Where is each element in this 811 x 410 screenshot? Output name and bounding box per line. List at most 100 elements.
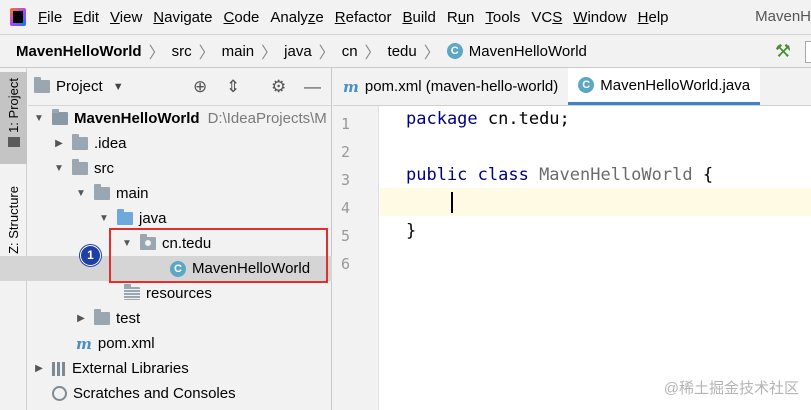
tree-node-label: MavenHelloWorld: [74, 110, 200, 127]
expand-arrow-icon[interactable]: ▼: [74, 188, 88, 199]
expand-arrow-icon[interactable]: ▼: [32, 113, 46, 124]
intellij-logo-icon: [10, 8, 26, 26]
build-hammer-icon[interactable]: ⚒: [775, 41, 791, 62]
menu-refactor[interactable]: Refactor: [335, 9, 392, 26]
tree-node-resources[interactable]: resources: [28, 281, 332, 306]
folder-icon: [94, 184, 110, 200]
code-line-5[interactable]: }: [406, 221, 416, 241]
menu-help[interactable]: Help: [638, 9, 669, 26]
tree-node-label: resources: [146, 285, 212, 302]
tab-label: MavenHelloWorld.java: [600, 76, 751, 94]
breadcrumb-class[interactable]: C MavenHelloWorld: [446, 42, 587, 60]
chevron-right-icon: 〉: [364, 45, 381, 62]
code-line-3[interactable]: public class MavenHelloWorld {: [406, 165, 713, 185]
folder-icon: [34, 77, 50, 93]
line-number: 4: [341, 199, 351, 217]
java-class-icon: C: [446, 43, 463, 59]
menu-analyze[interactable]: Analyze: [270, 9, 323, 26]
tab-pom-xml[interactable]: m pom.xml (maven-hello-world): [333, 68, 568, 105]
locate-icon[interactable]: ⊕: [193, 77, 207, 97]
chevron-right-icon: 〉: [148, 45, 165, 62]
menu-bar: File Edit View Navigate Code Analyze Ref…: [0, 0, 811, 34]
watermark: @稀土掘金技术社区: [663, 380, 799, 397]
resources-folder-icon: [124, 284, 140, 300]
breadcrumb-cn[interactable]: cn: [342, 43, 358, 60]
menu-view[interactable]: View: [110, 9, 142, 26]
menu-run[interactable]: Run: [447, 9, 475, 26]
project-panel-header: Project ▼ ⊕ ⇕ ⚙ —: [28, 68, 331, 106]
tool-tab-project-label: 1: Project: [6, 78, 21, 133]
folder-icon: [72, 134, 88, 150]
tree-node-label: pom.xml: [97, 335, 155, 352]
left-tool-strip: 1: Project Z: Structure: [0, 68, 27, 410]
dropdown-caret-icon: ▼: [112, 80, 124, 93]
menu-build[interactable]: Build: [402, 9, 435, 26]
menu-vcs[interactable]: VCS: [531, 9, 562, 26]
tree-node-idea[interactable]: ▶ .idea: [28, 131, 332, 156]
menu-navigate[interactable]: Navigate: [153, 9, 212, 26]
tab-label: pom.xml (maven-hello-world): [364, 78, 559, 95]
line-number: 2: [341, 143, 351, 161]
tab-maven-hello-world-java[interactable]: C MavenHelloWorld.java: [568, 68, 761, 105]
breadcrumb: MavenHelloWorld 〉 src 〉 main 〉 java 〉 cn…: [0, 34, 811, 68]
code-text: {: [692, 165, 714, 185]
tree-node-label: External Libraries: [72, 360, 189, 377]
breadcrumb-java[interactable]: java: [284, 43, 312, 60]
menu-window[interactable]: Window: [573, 9, 626, 26]
code-line-1[interactable]: package cn.tedu;: [406, 109, 570, 129]
project-view-selector[interactable]: Project ▼: [34, 77, 124, 95]
source-folder-icon: [117, 209, 133, 225]
java-class-icon: C: [578, 77, 595, 93]
expand-arrow-icon[interactable]: ▼: [97, 213, 111, 224]
window-title: MavenH: [755, 8, 811, 25]
breadcrumb-project[interactable]: MavenHelloWorld: [16, 43, 142, 60]
maven-icon: m: [343, 77, 359, 96]
folder-icon: [94, 309, 110, 325]
current-line-highlight: [380, 188, 811, 216]
tree-node-label: .idea: [94, 135, 127, 152]
collapse-all-icon[interactable]: ⇕: [226, 77, 240, 97]
annotation-step-badge: 1: [80, 245, 101, 266]
tree-node-label: Scratches and Consoles: [73, 385, 236, 402]
tree-node-label: test: [116, 310, 141, 327]
line-number: 6: [341, 255, 351, 273]
menu-edit[interactable]: Edit: [73, 9, 99, 26]
tree-node-label: src: [94, 160, 114, 177]
tree-node-src[interactable]: ▼ src: [28, 156, 332, 181]
collapsed-arrow-icon[interactable]: ▶: [52, 138, 66, 149]
hide-panel-icon[interactable]: —: [304, 77, 321, 97]
run-config-selector[interactable]: [805, 41, 811, 63]
menu-code[interactable]: Code: [224, 9, 260, 26]
collapsed-arrow-icon[interactable]: ▶: [74, 313, 88, 324]
tree-node-main[interactable]: ▼ main: [28, 181, 332, 206]
expand-arrow-icon[interactable]: ▼: [52, 163, 66, 174]
keyword: public class: [406, 165, 529, 185]
tree-node-path: D:\IdeaProjects\M: [207, 110, 327, 127]
gear-icon[interactable]: ⚙: [271, 77, 286, 97]
chevron-right-icon: 〉: [261, 45, 278, 62]
tree-node-pom[interactable]: m pom.xml: [28, 331, 332, 356]
text-caret: [451, 192, 453, 213]
line-number: 3: [341, 171, 351, 189]
menu-file[interactable]: File: [38, 9, 62, 26]
keyword: package: [406, 109, 478, 129]
breadcrumb-main[interactable]: main: [222, 43, 255, 60]
code-text: cn.tedu;: [477, 109, 570, 129]
editor-tab-bar: m pom.xml (maven-hello-world) C MavenHel…: [333, 68, 811, 106]
annotation-highlight-box: [109, 228, 328, 283]
folder-icon: [7, 136, 20, 147]
tree-node-test[interactable]: ▶ test: [28, 306, 332, 331]
tool-tab-project[interactable]: 1: Project: [0, 72, 27, 164]
tree-node-label: main: [116, 185, 149, 202]
collapsed-arrow-icon[interactable]: ▶: [32, 363, 46, 374]
chevron-right-icon: 〉: [198, 45, 215, 62]
tree-node-external-libraries[interactable]: ▶ External Libraries: [28, 356, 332, 381]
breadcrumb-src[interactable]: src: [172, 43, 192, 60]
class-name: MavenHelloWorld: [528, 165, 693, 185]
tree-node-scratches[interactable]: Scratches and Consoles: [28, 381, 332, 406]
tree-node-label: java: [139, 210, 167, 227]
breadcrumb-tedu[interactable]: tedu: [388, 43, 417, 60]
breadcrumb-class-label: MavenHelloWorld: [468, 42, 587, 60]
menu-tools[interactable]: Tools: [485, 9, 520, 26]
tree-node-project-root[interactable]: ▼ MavenHelloWorld D:\IdeaProjects\M: [28, 106, 332, 131]
